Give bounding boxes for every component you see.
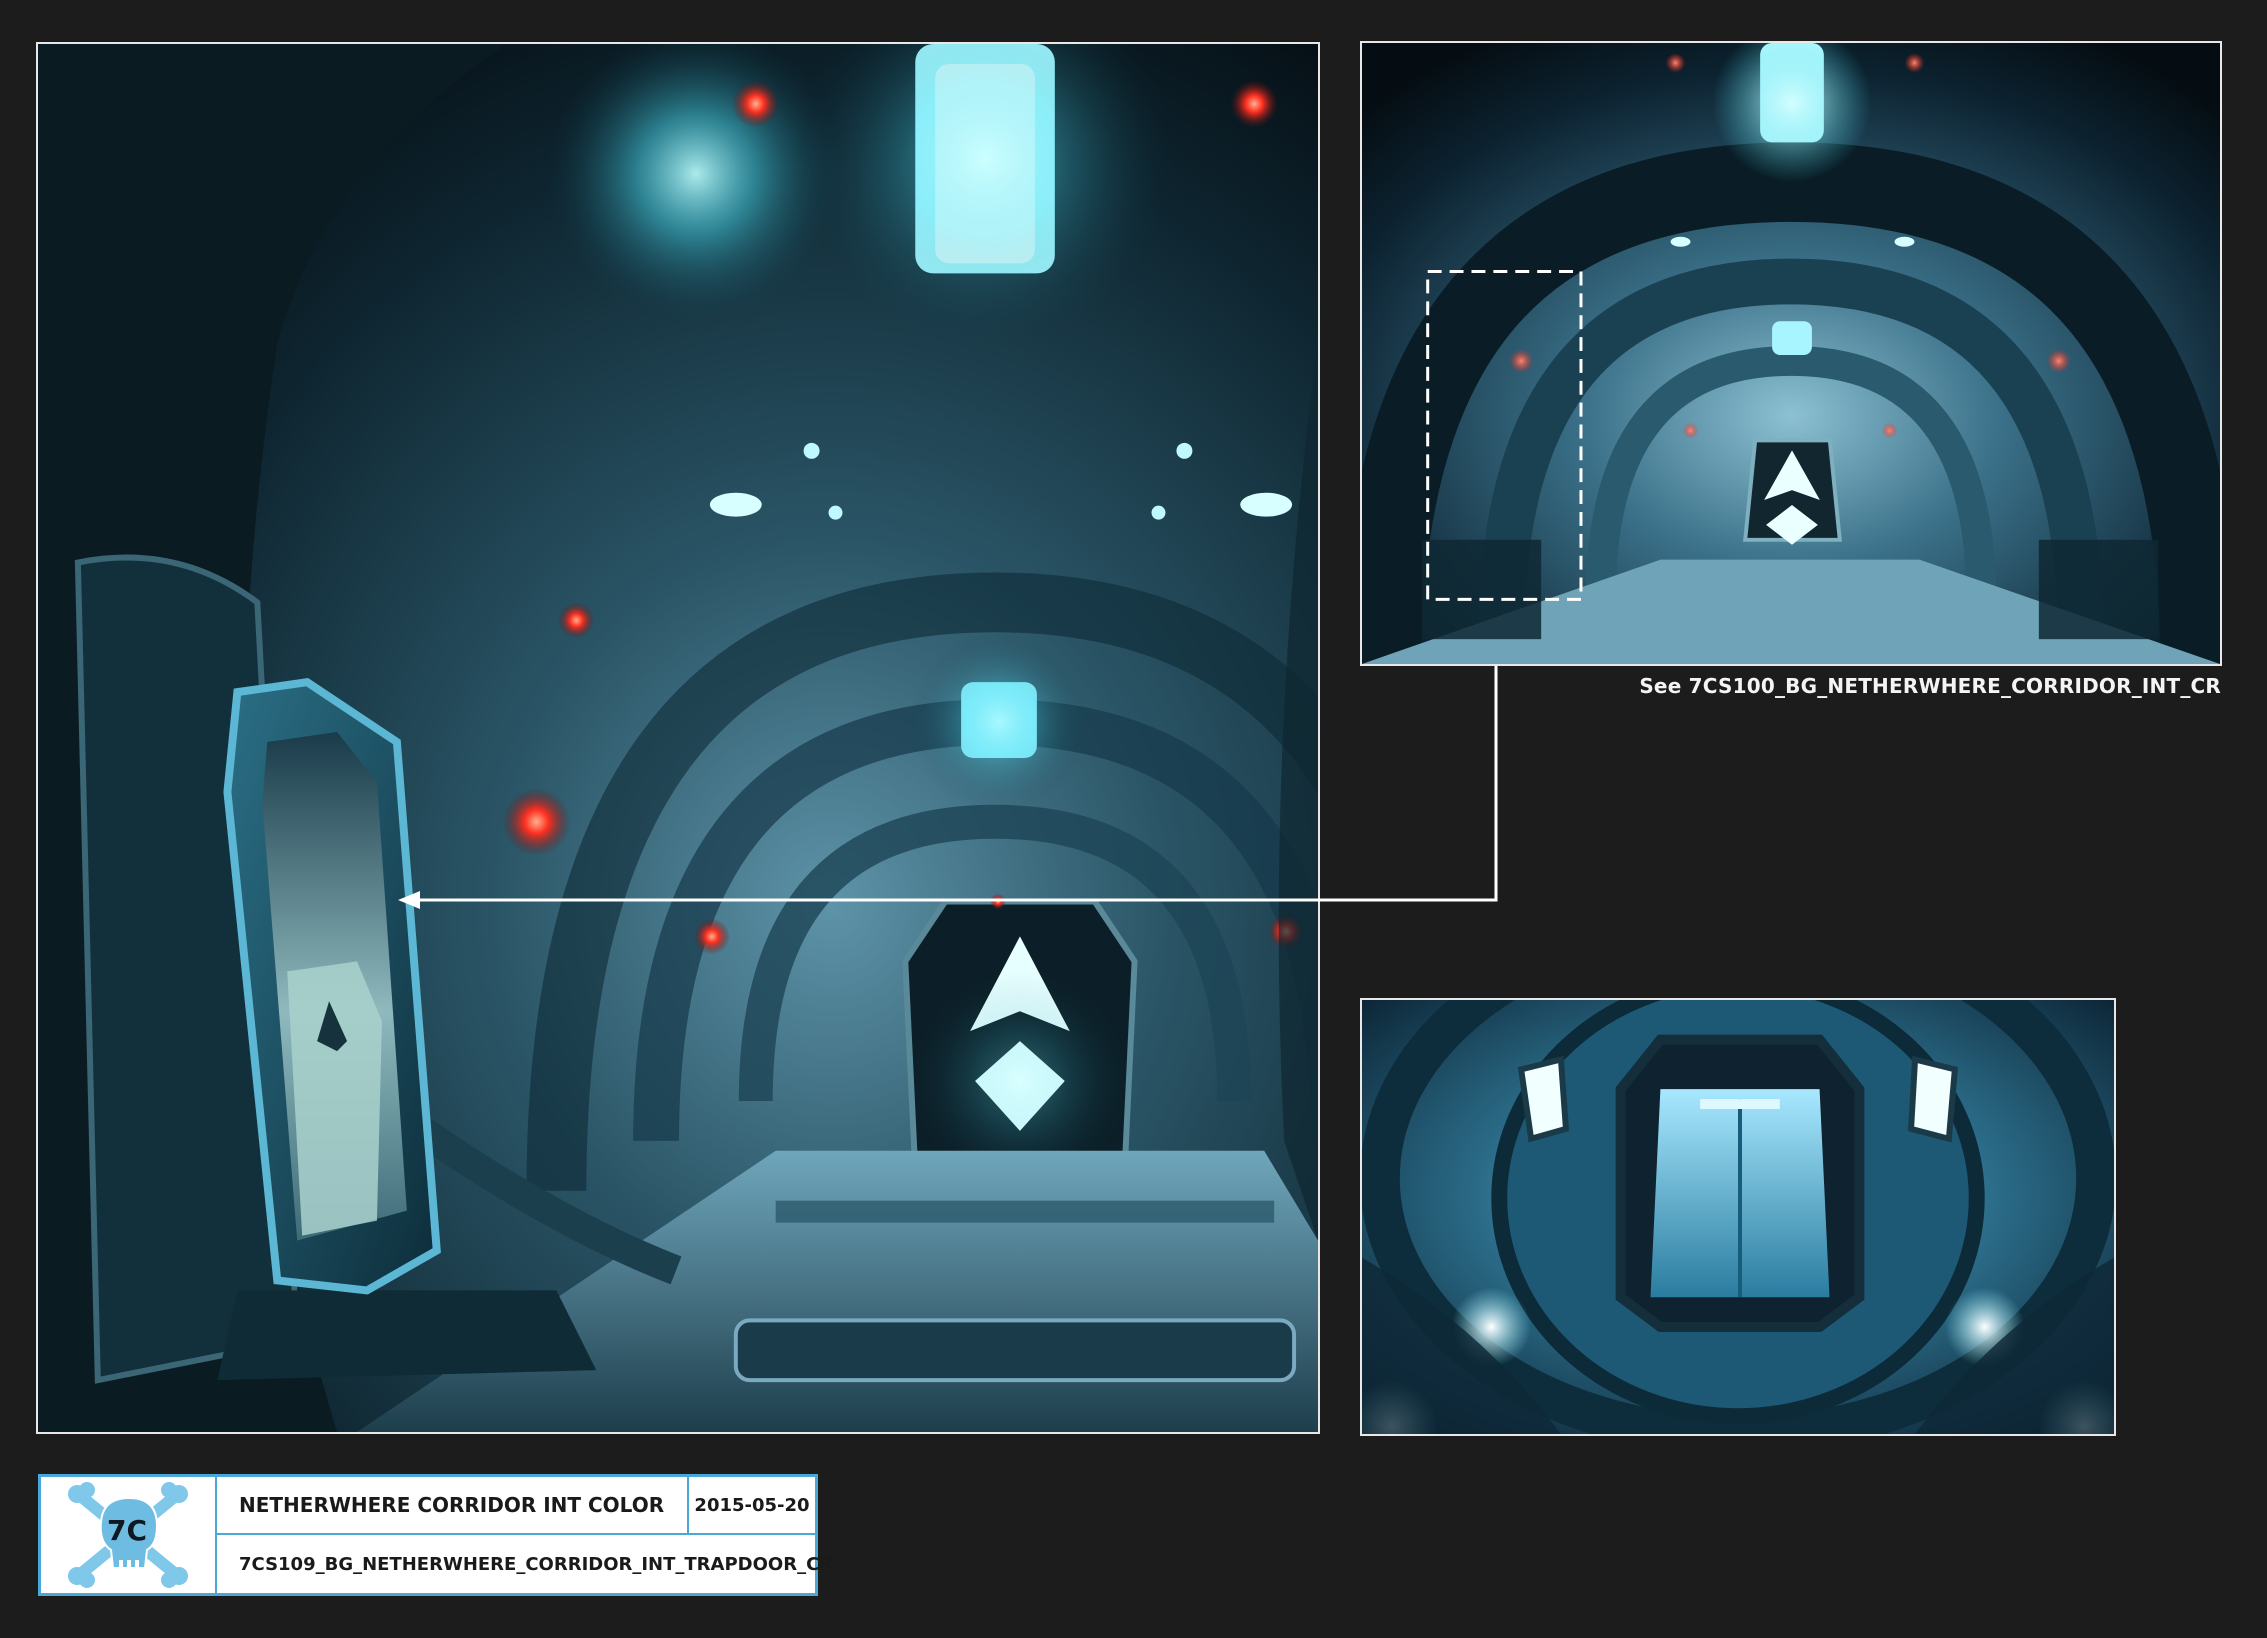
reference-corridor-illustration (1362, 43, 2220, 664)
sheet-date: 2015-05-20 (689, 1477, 815, 1535)
concept-sheet: See 7CS100_BG_NETHERWHERE_CORRIDOR_INT_C… (0, 0, 2267, 1638)
corridor-illustration (38, 44, 1318, 1432)
title-block: 7C NETHERWHERE CORRIDOR INT COLOR 2015-0… (38, 1474, 834, 1596)
svg-text:7C: 7C (107, 1514, 147, 1547)
sheet-title: NETHERWHERE CORRIDOR INT COLOR (217, 1477, 689, 1535)
sheet-filename: 7CS109_BG_NETHERWHERE_CORRIDOR_INT_TRAPD… (239, 1553, 834, 1575)
reference-caption: See 7CS100_BG_NETHERWHERE_CORRIDOR_INT_C… (1639, 674, 2221, 698)
studio-logo: 7C (41, 1477, 217, 1593)
main-corridor-painting (36, 42, 1320, 1434)
hatch-detail-illustration (1362, 1000, 2114, 1434)
hatch-detail-painting (1360, 998, 2116, 1436)
reference-thumbnail (1360, 41, 2222, 666)
skull-crossbones-icon: 7C (68, 1482, 188, 1588)
